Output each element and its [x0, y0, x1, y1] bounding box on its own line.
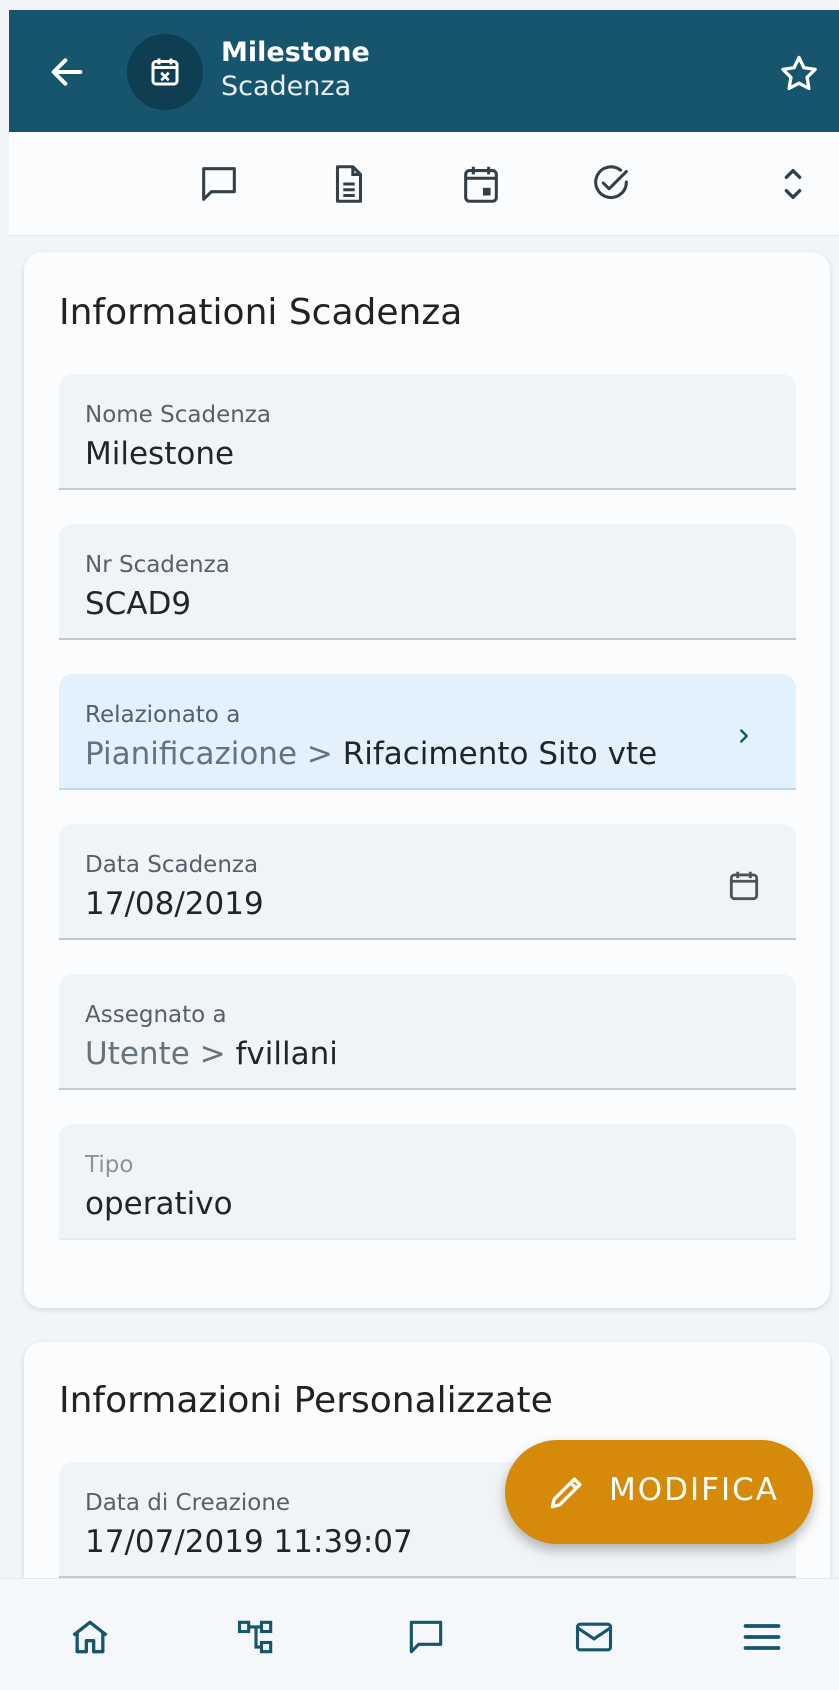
pencil-icon	[550, 1477, 582, 1509]
mail-icon	[575, 1622, 613, 1652]
field-label: Data Scadenza	[85, 852, 259, 878]
expand-collapse-button[interactable]	[767, 158, 819, 210]
star-outline-icon	[781, 55, 817, 91]
field-label: Nr Scadenza	[85, 552, 230, 578]
favorite-button[interactable]	[775, 50, 823, 98]
field-nome-scadenza[interactable]: Nome Scadenza Milestone	[59, 374, 796, 490]
page-subtitle: Scadenza	[221, 71, 352, 102]
field-value-user: fvillani	[235, 1036, 338, 1072]
document-icon	[335, 165, 363, 203]
app-header: Milestone Scadenza	[9, 10, 839, 132]
open-related-button[interactable]	[724, 716, 764, 756]
edit-fab-button[interactable]: MODIFICA	[505, 1440, 813, 1544]
calendar-button[interactable]	[455, 158, 507, 210]
field-label: Data di Creazione	[85, 1490, 291, 1516]
screen: Milestone Scadenza Informationi Scadenza…	[0, 0, 839, 1690]
expand-collapse-icon	[784, 169, 802, 199]
field-value: Milestone	[85, 436, 235, 472]
field-value-link: Rifacimento Sito vte	[342, 736, 658, 772]
field-value-prefix: Utente >	[85, 1036, 236, 1072]
field-label: Tipo	[85, 1152, 134, 1178]
field-value-prefix: Pianificazione >	[85, 736, 343, 772]
home-icon	[72, 1620, 108, 1654]
comment-icon	[409, 1620, 443, 1654]
page-title: Milestone	[221, 37, 370, 68]
field-nr-scadenza[interactable]: Nr Scadenza SCAD9	[59, 524, 796, 640]
field-data-scadenza[interactable]: Data Scadenza 17/08/2019	[59, 824, 796, 940]
chevron-right-icon	[740, 729, 748, 743]
field-value: 17/08/2019	[85, 886, 264, 922]
record-type-avatar	[127, 34, 203, 110]
field-value: Pianificazione > Rifacimento Sito vte	[85, 736, 657, 772]
field-value: SCAD9	[85, 586, 192, 622]
calendar-icon	[729, 871, 759, 901]
complete-button[interactable]	[585, 158, 637, 210]
bottom-navigation	[0, 1578, 839, 1690]
check-circle-icon	[594, 165, 628, 199]
field-label: Assegnato a	[85, 1002, 227, 1028]
nav-comments[interactable]	[398, 1609, 454, 1665]
nav-home[interactable]	[62, 1609, 118, 1665]
nav-menu[interactable]	[734, 1609, 790, 1665]
field-value: Utente > fvillani	[85, 1036, 338, 1072]
field-label: Relazionato a	[85, 702, 241, 728]
field-value: operativo	[85, 1186, 233, 1222]
field-tipo[interactable]: Tipo operativo	[59, 1124, 796, 1240]
nav-mail[interactable]	[566, 1609, 622, 1665]
edit-fab-label: MODIFICA	[609, 1472, 779, 1508]
field-assegnato-a[interactable]: Assegnato a Utente > fvillani	[59, 974, 796, 1090]
custom-card-title: Informazioni Personalizzate	[59, 1380, 553, 1421]
arrow-left-icon	[51, 58, 83, 86]
comment-icon	[202, 167, 236, 201]
info-card-title: Informationi Scadenza	[59, 292, 463, 333]
calendar-event-icon	[464, 166, 498, 203]
field-relazionato-a[interactable]: Relazionato a Pianificazione > Rifacimen…	[59, 674, 796, 790]
date-picker-button[interactable]	[724, 866, 764, 906]
action-toolbar	[9, 132, 839, 236]
nav-hierarchy[interactable]	[228, 1609, 284, 1665]
info-card: Informationi Scadenza Nome Scadenza Mile…	[24, 252, 830, 1308]
field-value: 17/07/2019 11:39:07	[85, 1524, 413, 1560]
header-titles: Milestone Scadenza	[221, 36, 370, 104]
field-label: Nome Scadenza	[85, 402, 271, 428]
hierarchy-icon	[237, 1620, 273, 1654]
documents-button[interactable]	[323, 158, 375, 210]
calendar-x-icon	[151, 58, 179, 86]
back-button[interactable]	[43, 48, 91, 96]
comments-button[interactable]	[193, 158, 245, 210]
menu-icon	[743, 1624, 781, 1650]
